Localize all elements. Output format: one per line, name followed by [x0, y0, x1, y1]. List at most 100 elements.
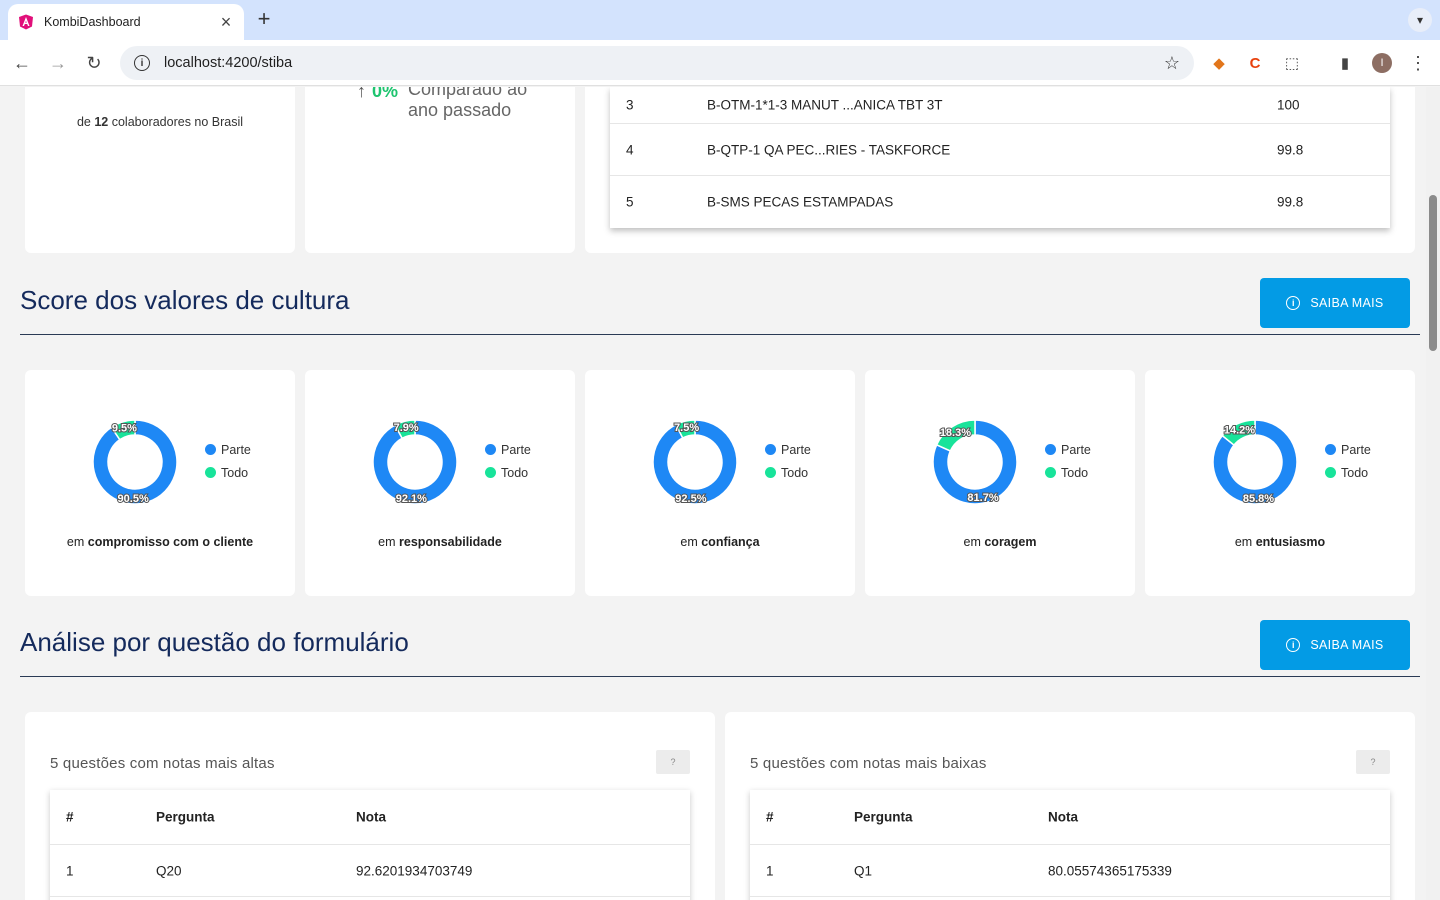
- scrollbar-thumb[interactable]: [1429, 195, 1437, 351]
- number-cell: 1: [766, 863, 774, 878]
- comparison-percent: 0%: [372, 87, 399, 101]
- reload-icon[interactable]: ↻: [82, 51, 106, 75]
- table-row: 1 Q20 92.6201934703749: [50, 845, 690, 897]
- browser-menu-icon[interactable]: ⋮: [1408, 51, 1428, 75]
- back-arrow-icon[interactable]: ←: [10, 51, 34, 75]
- address-bar[interactable]: i localhost:4200/stiba ☆: [120, 46, 1194, 80]
- culture-value-caption: em coragem: [865, 535, 1135, 549]
- score-cell: 99.8: [1277, 194, 1304, 210]
- score-cell: 99.8: [1277, 142, 1304, 157]
- column-header-question[interactable]: Pergunta: [156, 810, 215, 825]
- legend-label: Parte: [1061, 442, 1091, 457]
- url-text[interactable]: localhost:4200/stiba: [164, 55, 1164, 71]
- browser-tab[interactable]: KombiDashboard ×: [8, 4, 244, 40]
- legend-dot: [1325, 444, 1336, 455]
- legend-item-todo[interactable]: Todo: [1045, 461, 1091, 484]
- collab-suffix: colaboradores no Brasil: [108, 115, 244, 129]
- top-questions-table: # Pergunta Nota 1 Q20 92.6201934703749: [50, 790, 690, 900]
- side-panel-icon[interactable]: ▮: [1334, 52, 1356, 74]
- page-scrollbar[interactable]: [1426, 87, 1440, 900]
- table-row: 5 B-SMS PECAS ESTAMPADAS 99.8: [610, 176, 1390, 228]
- extensions-puzzle-icon[interactable]: ⬚: [1281, 52, 1303, 74]
- up-arrow-icon: ↑: [357, 87, 366, 101]
- donut-legend: Parte Todo: [485, 438, 531, 484]
- analysis-saiba-mais-button[interactable]: i SAIBA MAIS: [1260, 620, 1410, 670]
- todo-percent-label: 18.3%: [940, 427, 971, 439]
- legend-item-parte[interactable]: Parte: [765, 438, 811, 461]
- table-row: 3 B-OTM-1*1-3 MANUT ...ANICA TBT 3T 100: [610, 87, 1390, 124]
- culture-value-caption: em compromisso com o cliente: [25, 535, 295, 549]
- comparison-text: Comparado ao ano passado: [408, 87, 528, 120]
- legend-label: Parte: [221, 442, 251, 457]
- culture-value-name: responsabilidade: [399, 535, 502, 549]
- colorzilla-extension-icon[interactable]: C: [1244, 52, 1266, 74]
- rank-cell: 4: [626, 142, 634, 157]
- rank-cell: 3: [626, 97, 634, 113]
- culture-value-name: confiança: [701, 535, 760, 549]
- table-header: # Pergunta Nota: [50, 790, 690, 845]
- legend-label: Parte: [1341, 442, 1371, 457]
- legend-dot: [205, 444, 216, 455]
- site-info-icon[interactable]: i: [134, 55, 150, 71]
- legend-dot: [765, 444, 776, 455]
- tab-search-chevron-icon[interactable]: ▾: [1408, 8, 1432, 32]
- score-cell: 92.6201934703749: [356, 863, 473, 878]
- culture-saiba-mais-button[interactable]: i SAIBA MAIS: [1260, 278, 1410, 328]
- team-cell: B-OTM-1*1-3 MANUT ...ANICA TBT 3T: [707, 97, 943, 113]
- legend-label: Todo: [501, 465, 529, 480]
- donut-chart: 18.3% 81.7%: [932, 419, 1018, 505]
- donut-legend: Parte Todo: [205, 438, 251, 484]
- info-icon: i: [1286, 638, 1301, 652]
- legend-dot: [765, 467, 776, 478]
- column-header-number[interactable]: #: [66, 810, 74, 825]
- legend-item-todo[interactable]: Todo: [765, 461, 811, 484]
- tab-strip: KombiDashboard × + ▾: [0, 0, 1440, 40]
- column-header-score[interactable]: Nota: [1048, 810, 1078, 825]
- column-header-number[interactable]: #: [766, 810, 774, 825]
- bookmark-star-icon[interactable]: ☆: [1164, 53, 1180, 74]
- question-cell: Q20: [156, 863, 182, 878]
- parte-percent-label: 90.5%: [118, 493, 149, 505]
- culture-value-card: 18.3% 81.7% Parte Todo em coragem: [865, 370, 1135, 596]
- donut-legend: Parte Todo: [1325, 438, 1371, 484]
- score-cell: 100: [1277, 97, 1300, 113]
- column-header-question[interactable]: Pergunta: [854, 810, 913, 825]
- todo-percent-label: 14.2%: [1224, 425, 1255, 437]
- section-divider: [20, 334, 1420, 335]
- todo-percent-label: 9.5%: [112, 423, 137, 435]
- collab-prefix: de: [76, 115, 95, 129]
- number-cell: 1: [66, 863, 74, 878]
- collab-count: 12: [94, 115, 109, 129]
- table-header: # Pergunta Nota: [750, 790, 1390, 845]
- forward-arrow-icon[interactable]: →: [46, 51, 70, 75]
- analysis-section-title: Análise por questão do formulário: [20, 627, 409, 657]
- close-tab-icon[interactable]: ×: [218, 13, 234, 31]
- legend-dot: [485, 444, 496, 455]
- legend-item-parte[interactable]: Parte: [1325, 438, 1371, 461]
- comparison-block: ↑ 0% Comparado ao ano passado: [357, 87, 548, 121]
- legend-item-todo[interactable]: Todo: [1325, 461, 1371, 484]
- legend-label: Todo: [221, 465, 249, 480]
- todo-percent-label: 7.9%: [394, 422, 419, 434]
- button-label: SAIBA MAIS: [1310, 638, 1384, 652]
- donut-chart: 7.9% 92.1%: [372, 419, 458, 506]
- new-tab-button[interactable]: +: [254, 8, 274, 30]
- top-questions-card: 5 questões com notas mais altas ? # Perg…: [25, 712, 715, 900]
- legend-item-todo[interactable]: Todo: [205, 461, 251, 484]
- help-button[interactable]: ?: [656, 750, 690, 774]
- bottom-questions-title: 5 questões com notas mais baixas: [750, 755, 987, 772]
- culture-value-name: entusiasmo: [1255, 535, 1326, 549]
- legend-item-todo[interactable]: Todo: [485, 461, 531, 484]
- collaborators-card: de 12 colaboradores no Brasil: [25, 87, 295, 253]
- legend-item-parte[interactable]: Parte: [1045, 438, 1091, 461]
- legend-item-parte[interactable]: Parte: [205, 438, 251, 461]
- table-row: 1 Q1 80.05574365175339: [750, 845, 1390, 897]
- legend-item-parte[interactable]: Parte: [485, 438, 531, 461]
- culture-value-card: 14.2% 85.8% Parte Todo em entusiasmo: [1145, 370, 1415, 596]
- metamask-extension-icon[interactable]: ◆: [1208, 52, 1230, 74]
- help-button[interactable]: ?: [1356, 750, 1390, 774]
- profile-avatar[interactable]: I: [1372, 53, 1392, 73]
- legend-dot: [1045, 467, 1056, 478]
- culture-section-title: Score dos valores de cultura: [20, 285, 350, 315]
- column-header-score[interactable]: Nota: [356, 810, 386, 825]
